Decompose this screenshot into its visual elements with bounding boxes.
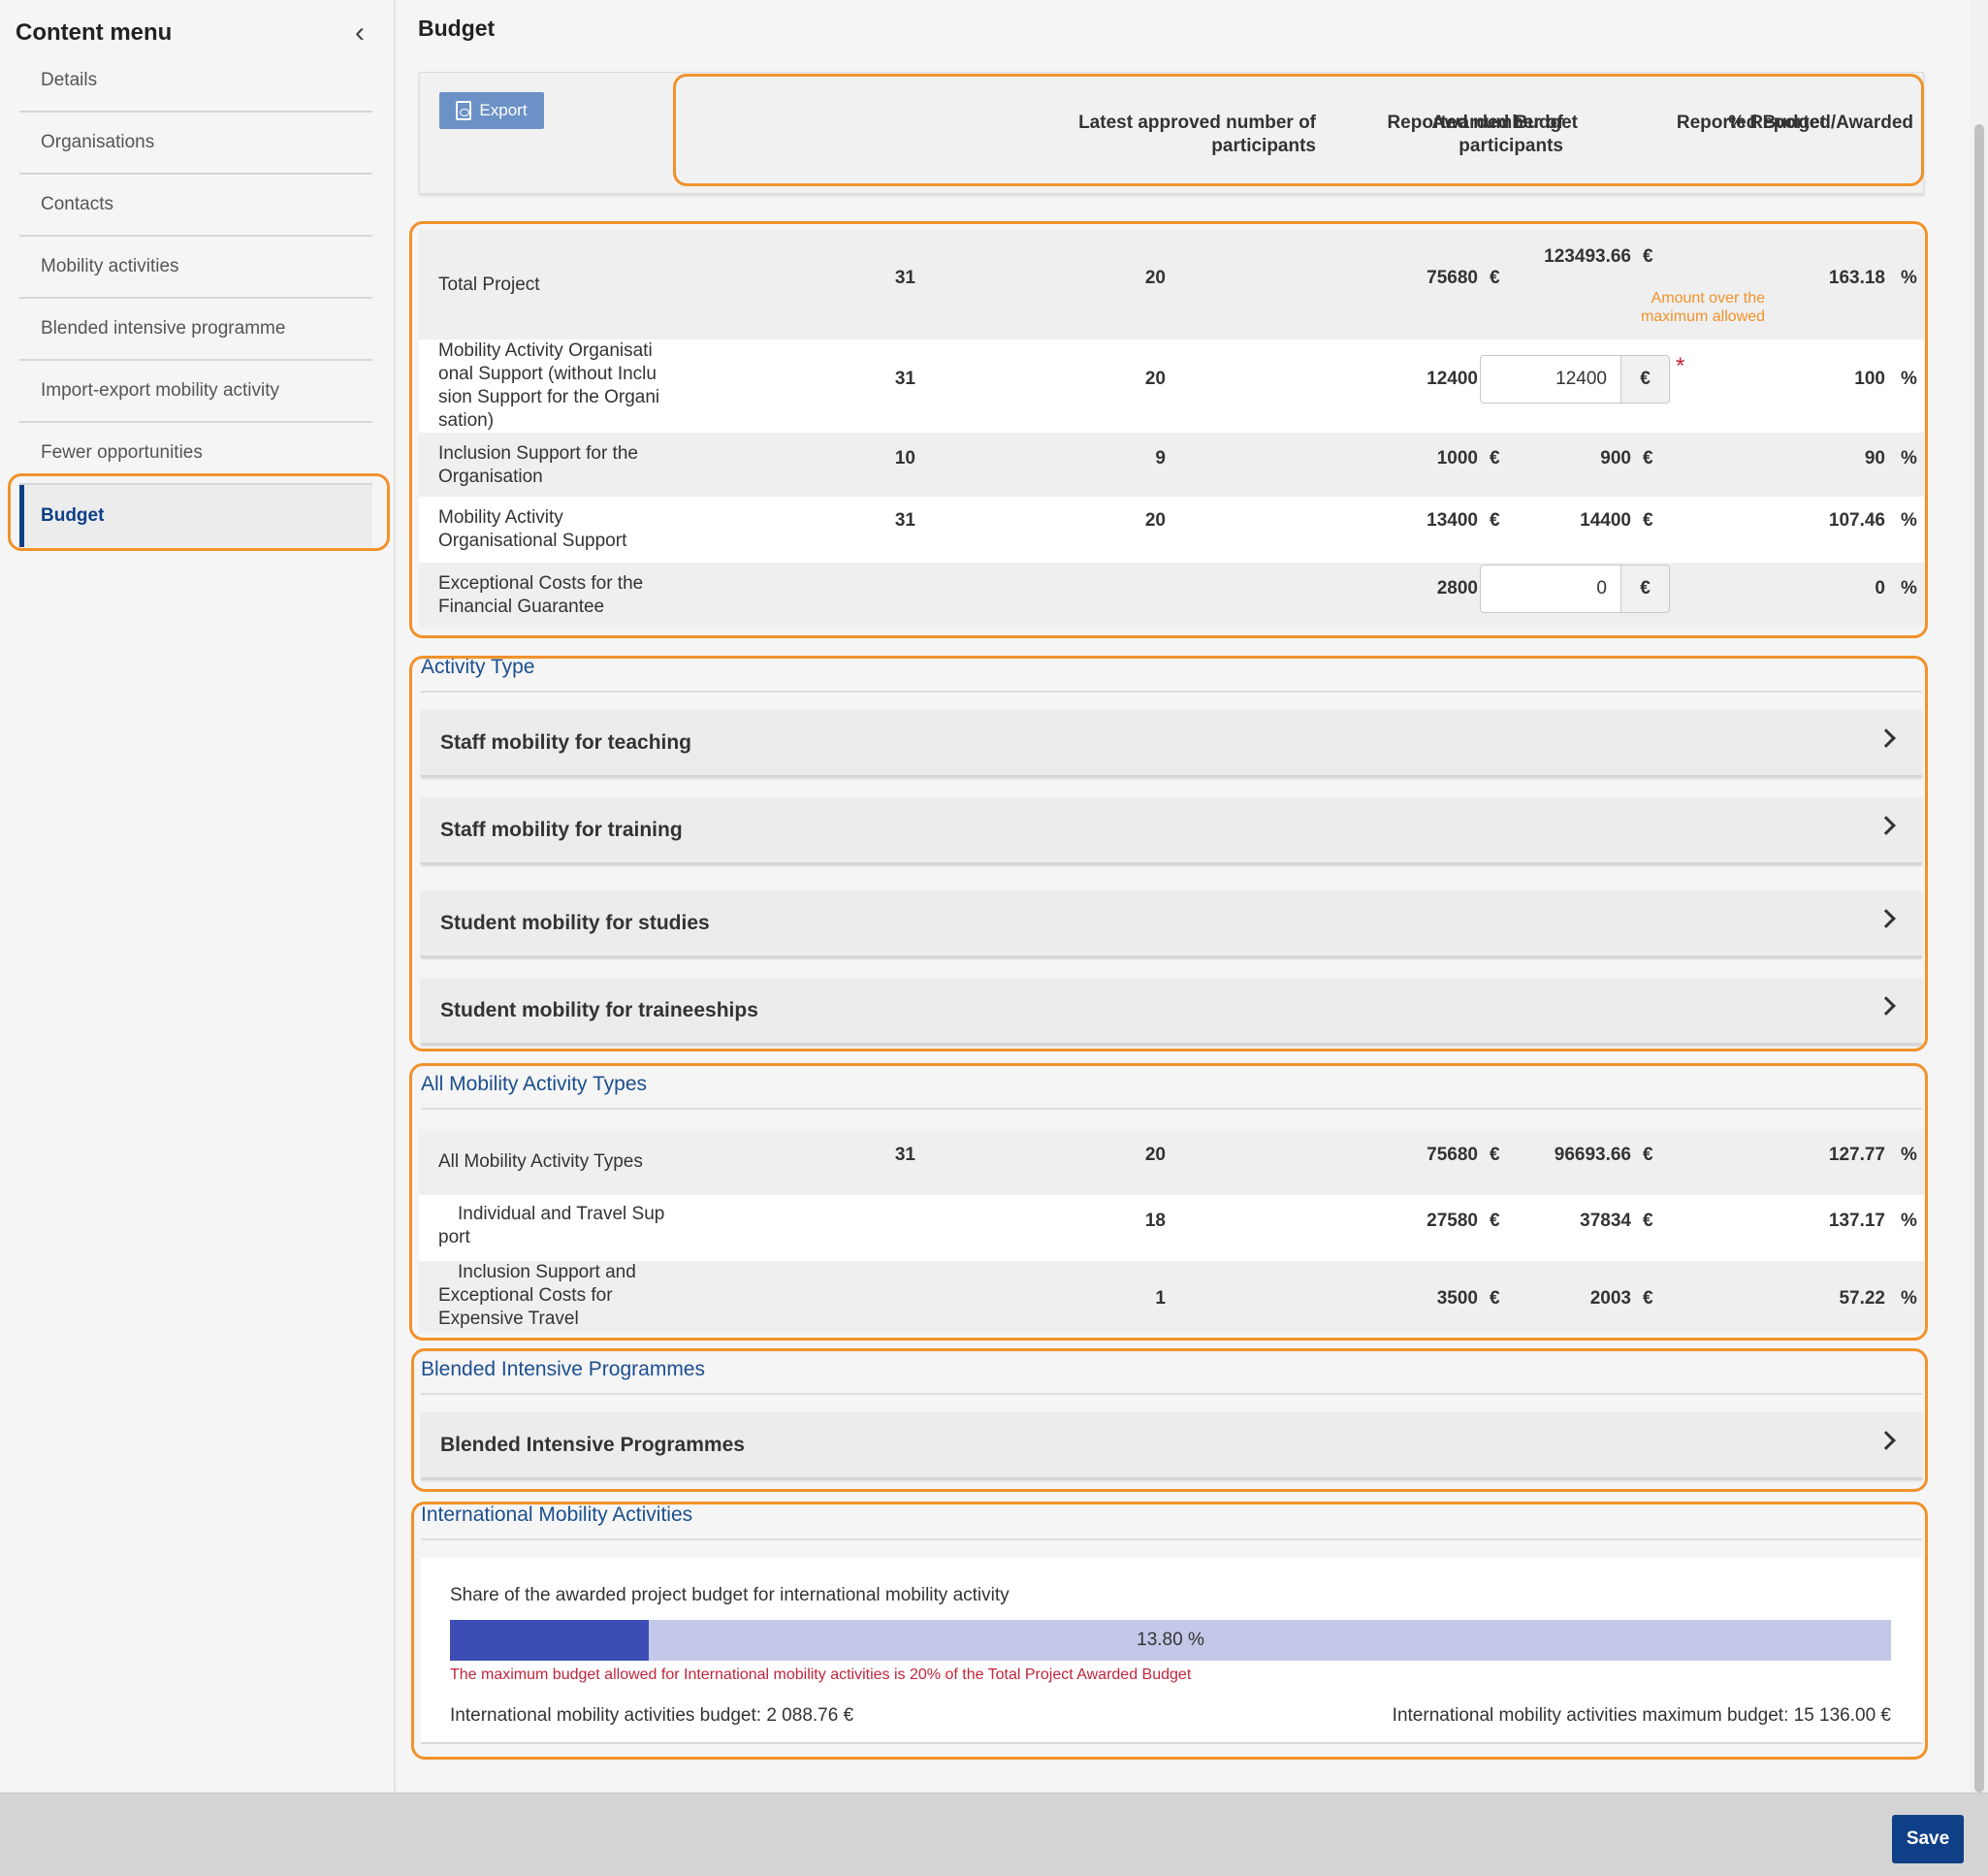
footer-bar: Save bbox=[0, 1793, 1988, 1876]
main-content: Budget Export Latest approved number of … bbox=[398, 0, 1969, 1793]
highlight-box-budget-table bbox=[409, 221, 1928, 638]
highlight-box-international bbox=[411, 1502, 1928, 1760]
export-label: Export bbox=[479, 101, 528, 119]
content-menu-sidebar: Content menu ‹ Details Organisations Con… bbox=[0, 0, 396, 1793]
sidebar-item-blended-intensive-programme[interactable]: Blended intensive programme bbox=[19, 299, 372, 361]
pdf-icon bbox=[456, 101, 472, 120]
page-title: Budget bbox=[418, 16, 496, 41]
save-button[interactable]: Save bbox=[1892, 1815, 1964, 1863]
highlight-box-blended bbox=[411, 1348, 1928, 1492]
sidebar-title: Content menu bbox=[16, 19, 173, 46]
sidebar-item-organisations[interactable]: Organisations bbox=[19, 113, 372, 175]
scrollbar[interactable] bbox=[1971, 0, 1988, 1793]
sidebar-item-import-export[interactable]: Import-export mobility activity bbox=[19, 361, 372, 423]
sidebar-item-details[interactable]: Details bbox=[19, 50, 372, 113]
highlight-box-budget-item bbox=[8, 473, 390, 551]
chevron-left-icon[interactable]: ‹ bbox=[345, 18, 374, 48]
highlight-box-all-mobility bbox=[409, 1063, 1928, 1341]
highlight-box-activity-type bbox=[409, 656, 1928, 1051]
sidebar-header: Content menu ‹ bbox=[16, 16, 374, 50]
sidebar-item-mobility-activities[interactable]: Mobility activities bbox=[19, 237, 372, 299]
export-button[interactable]: Export bbox=[439, 92, 544, 129]
highlight-box-column-headers bbox=[673, 74, 1924, 186]
sidebar-item-contacts[interactable]: Contacts bbox=[19, 175, 372, 237]
scrollbar-thumb[interactable] bbox=[1974, 124, 1984, 1793]
